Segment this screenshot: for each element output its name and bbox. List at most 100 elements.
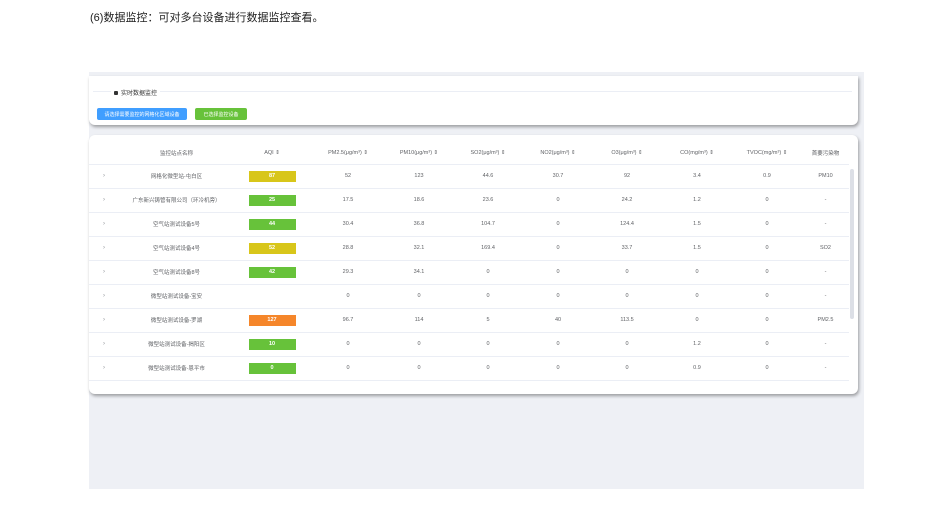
header-no2[interactable]: NO2(μg/m³) ⇕ (524, 143, 592, 165)
primary-cell: - (802, 212, 849, 237)
co-cell: 0 (662, 308, 732, 333)
row-expand-icon[interactable]: › (89, 308, 119, 333)
table-row[interactable]: › 微型站测试设备-揭阳区 10 0 0 0 0 0 1.2 0- (89, 332, 849, 357)
so2-cell: 0 (452, 332, 524, 357)
so2-cell: 104.7 (452, 212, 524, 237)
so2-cell: 0 (452, 356, 524, 381)
so2-cell: 44.6 (452, 164, 524, 189)
row-expand-icon[interactable]: › (89, 260, 119, 285)
header-o3[interactable]: O3(μg/m³) ⇕ (592, 143, 662, 165)
o3-cell: 113.5 (592, 308, 662, 333)
table-row[interactable]: › 空气站测试设备5号 44 30.4 36.8 104.7 0 124.4 1.5 0- (89, 212, 849, 237)
station-name-cell: 空气站测试设备5号 (119, 212, 234, 237)
row-expand-icon[interactable]: › (89, 332, 119, 357)
aqi-cell: 42 (234, 260, 310, 285)
no2-cell: 0 (524, 236, 592, 261)
table-row[interactable]: › 广东新兴铸管有限公司（环冷机旁） 25 17.5 18.6 23.6 0 24.2 1.2 0… (89, 188, 849, 213)
header-co[interactable]: CO(mg/m³) ⇕ (662, 143, 732, 165)
selected-devices-button[interactable]: 已选择监控设备 (195, 108, 247, 120)
o3-cell: 0 (592, 284, 662, 309)
primary-cell: - (802, 188, 849, 213)
aqi-cell: 44 (234, 212, 310, 237)
tvoc-cell: 0 (732, 188, 802, 213)
no2-cell: 0 (524, 356, 592, 381)
co-cell: 1.5 (662, 236, 732, 261)
no2-cell: 0 (524, 332, 592, 357)
table-row[interactable]: › 微型站测试设备-恩平市 0 0 0 0 0 0 0.9 0- (89, 356, 849, 381)
primary-cell: SO2 (802, 236, 849, 261)
table-row[interactable]: › 空气站测试设备4号 52 28.8 32.1 169.4 0 33.7 1.5 0 SO2 (89, 236, 849, 261)
row-expand-icon[interactable]: › (89, 356, 119, 381)
aqi-badge: 87 (248, 170, 296, 182)
station-name-cell: 微型站测试设备-罗湖 (119, 308, 234, 333)
aqi-cell: 52 (234, 236, 310, 261)
header-so2[interactable]: SO2(μg/m³) ⇕ (452, 143, 524, 165)
row-expand-icon[interactable]: › (89, 164, 119, 189)
co-cell: 1.2 (662, 332, 732, 357)
table-row[interactable]: › 网格化微型站-屯白区 87 52 123 44.6 30.7 92 3.4 0.9 PM10 (89, 164, 849, 189)
section-header: 实时数据监控 (111, 88, 161, 97)
row-expand-icon[interactable]: › (89, 212, 119, 237)
pm25-cell: 0 (310, 332, 386, 357)
header-expand (89, 143, 119, 165)
station-name-cell: 微型站测试设备-恩平市 (119, 356, 234, 381)
header-pm10[interactable]: PM10(μg/m³) ⇕ (386, 143, 452, 165)
pm25-cell: 28.8 (310, 236, 386, 261)
table-row[interactable]: › 空气站测试设备8号 42 29.3 34.1 0 0 0 0 0- (89, 260, 849, 285)
so2-cell: 0 (452, 260, 524, 285)
station-name-cell: 空气站测试设备8号 (119, 260, 234, 285)
header-pm25[interactable]: PM2.5(μg/m³) ⇕ (310, 143, 386, 165)
pm10-cell: 34.1 (386, 260, 452, 285)
table-row[interactable]: › 微型站测试设备-宝安 0 0 0 0 0 0 0- (89, 284, 849, 309)
tvoc-cell: 0 (732, 212, 802, 237)
aqi-cell (234, 284, 310, 309)
screenshot-frame: 实时数据监控 请选择需要监控的网格化区域设备 已选择监控设备 监控站点名称 AQI… (89, 72, 864, 489)
aqi-cell: 0 (234, 356, 310, 381)
header-aqi[interactable]: AQI ⇕ (234, 143, 310, 165)
aqi-badge: 52 (248, 242, 296, 254)
header-tvoc[interactable]: TVOC(mg/m³) ⇕ (732, 143, 802, 165)
table-row[interactable]: › 微型站测试设备-罗湖 127 96.7 114 5 40 113.5 0 0 PM2.5 (89, 308, 849, 333)
co-cell: 3.4 (662, 164, 732, 189)
vertical-scrollbar[interactable] (850, 169, 854, 319)
co-cell: 1.2 (662, 188, 732, 213)
data-table-card: 监控站点名称 AQI ⇕ PM2.5(μg/m³) ⇕ PM10(μg/m³) ⇕ SO… (89, 135, 858, 394)
o3-cell: 0 (592, 356, 662, 381)
select-devices-button[interactable]: 请选择需要监控的网格化区域设备 (97, 108, 187, 120)
o3-cell: 0 (592, 332, 662, 357)
pm10-cell: 123 (386, 164, 452, 189)
header-station-name: 监控站点名称 (119, 143, 234, 165)
no2-cell: 0 (524, 188, 592, 213)
no2-cell: 0 (524, 212, 592, 237)
tvoc-cell: 0 (732, 332, 802, 357)
aqi-cell: 127 (234, 308, 310, 333)
section-title: 实时数据监控 (121, 91, 158, 97)
row-expand-icon[interactable]: › (89, 188, 119, 213)
so2-cell: 5 (452, 308, 524, 333)
aqi-badge: 42 (248, 266, 296, 278)
pm25-cell: 0 (310, 356, 386, 381)
monitor-data-table: 监控站点名称 AQI ⇕ PM2.5(μg/m³) ⇕ PM10(μg/m³) ⇕ SO… (89, 143, 849, 381)
tvoc-cell: 0.9 (732, 164, 802, 189)
row-expand-icon[interactable]: › (89, 236, 119, 261)
no2-cell: 40 (524, 308, 592, 333)
no2-cell: 0 (524, 284, 592, 309)
pm25-cell: 52 (310, 164, 386, 189)
primary-cell: PM2.5 (802, 308, 849, 333)
o3-cell: 124.4 (592, 212, 662, 237)
so2-cell: 23.6 (452, 188, 524, 213)
primary-cell: - (802, 284, 849, 309)
o3-cell: 24.2 (592, 188, 662, 213)
primary-cell: PM10 (802, 164, 849, 189)
table-header-row: 监控站点名称 AQI ⇕ PM2.5(μg/m³) ⇕ PM10(μg/m³) ⇕ SO… (89, 143, 849, 165)
co-cell: 1.5 (662, 212, 732, 237)
aqi-badge: 44 (248, 218, 296, 230)
station-name-cell: 网格化微型站-屯白区 (119, 164, 234, 189)
no2-cell: 30.7 (524, 164, 592, 189)
station-name-cell: 微型站测试设备-宝安 (119, 284, 234, 309)
row-expand-icon[interactable]: › (89, 284, 119, 309)
aqi-cell: 87 (234, 164, 310, 189)
tvoc-cell: 0 (732, 308, 802, 333)
primary-cell: - (802, 332, 849, 357)
no2-cell: 0 (524, 260, 592, 285)
